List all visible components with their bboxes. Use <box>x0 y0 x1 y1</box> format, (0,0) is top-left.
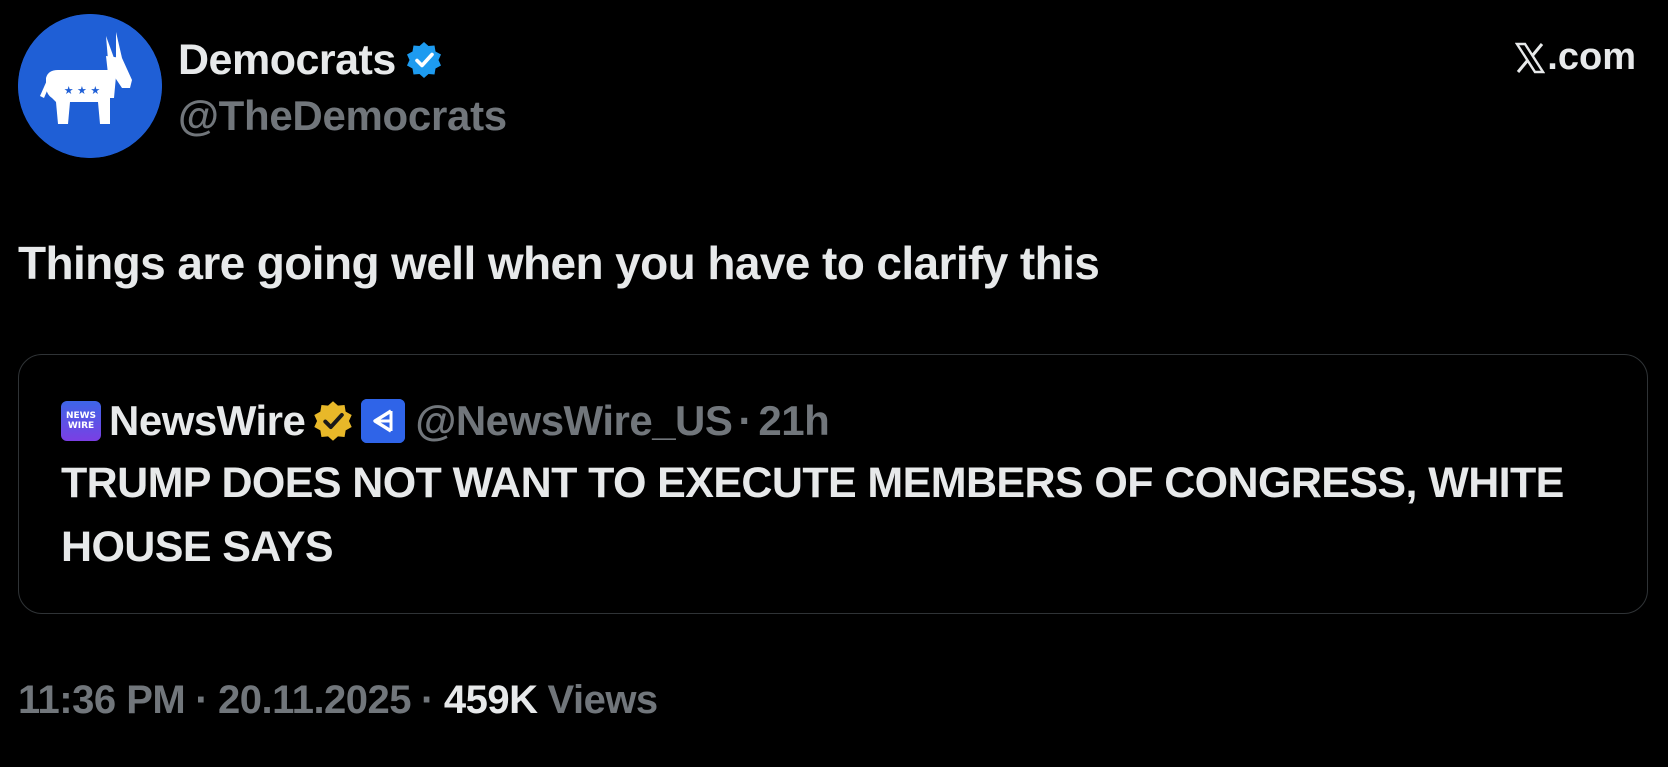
meta-separator-1: · <box>195 678 209 722</box>
quoted-timestamp[interactable]: 21h <box>758 397 829 445</box>
tweet-time[interactable]: 11:36 PM <box>18 678 186 723</box>
quoted-tweet-text: TRUMP DOES NOT WANT TO EXECUTE MEMBERS O… <box>61 459 1564 571</box>
quoted-display-name[interactable]: NewsWire <box>109 397 306 445</box>
author-handle[interactable]: @TheDemocrats <box>178 92 507 140</box>
avatar[interactable]: ★ ★ ★ <box>18 14 162 158</box>
quoted-tweet-header: NEWS WIRE NewsWire @NewsWire_US · 21h <box>61 393 830 449</box>
newswire-avatar-line-1: NEWS <box>65 411 97 421</box>
author-name-row: Democrats <box>178 30 507 90</box>
x-logo-icon <box>1515 42 1546 74</box>
quoted-handle[interactable]: @NewsWire_US <box>415 397 733 445</box>
meta-separator-2: · <box>421 678 434 722</box>
svg-text:★ ★ ★: ★ ★ ★ <box>64 84 101 97</box>
affiliate-badge-icon[interactable] <box>361 399 406 443</box>
views-label: Views <box>547 678 659 722</box>
author-block: Democrats @TheDemocrats <box>178 30 507 140</box>
author-display-name[interactable]: Democrats <box>178 36 396 85</box>
tweet-text: Things are going well when you have to c… <box>18 237 1100 289</box>
site-label-text: .com <box>1547 36 1636 78</box>
site-label: .com <box>1515 36 1636 79</box>
views-count: 459K <box>443 678 538 722</box>
quoted-separator: · <box>738 397 753 444</box>
tweet-meta: 11:36 PM · 20.11.2025 · 459K Views <box>18 678 658 723</box>
quoted-tweet-card[interactable]: NEWS WIRE NewsWire @NewsWire_US · 21h TR… <box>18 354 1648 614</box>
gold-verified-badge-icon[interactable] <box>311 399 355 443</box>
tweet-date[interactable]: 20.11.2025 <box>218 678 412 723</box>
newswire-avatar[interactable]: NEWS WIRE <box>61 401 101 441</box>
donkey-logo-icon: ★ ★ ★ <box>18 14 162 158</box>
verified-badge-icon[interactable] <box>404 40 444 80</box>
tweet: ★ ★ ★ Democrats @TheDemocrats .com Thing… <box>0 0 1668 767</box>
newswire-avatar-line-2: WIRE <box>67 421 95 431</box>
